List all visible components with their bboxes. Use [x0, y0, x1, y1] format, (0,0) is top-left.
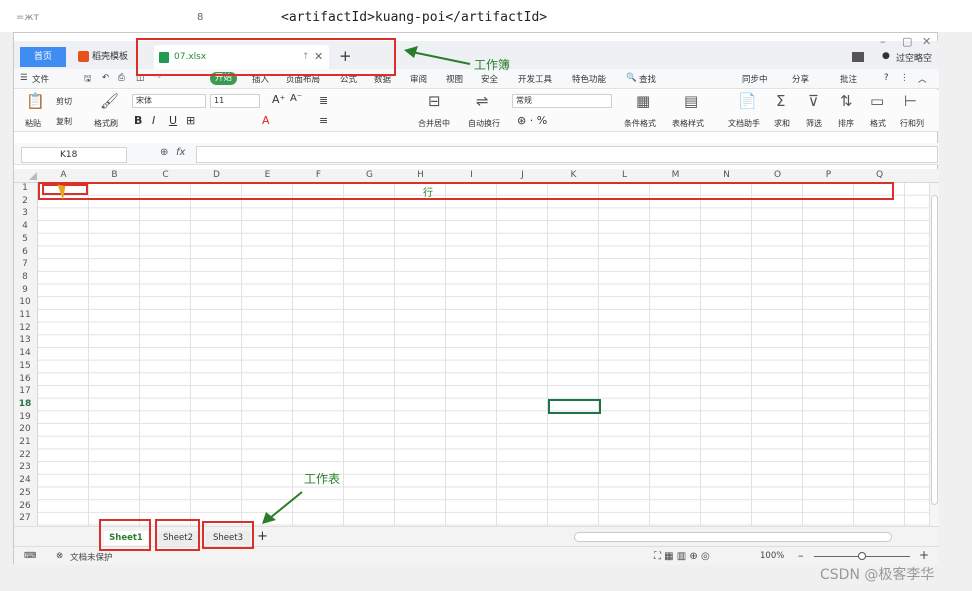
screenshot: =жт 8 <artifactId>kuang-poi</artifactId>…: [0, 0, 972, 591]
watermark: CSDN @极客李华: [820, 567, 935, 583]
arrow-worksheet: [269, 491, 303, 519]
arrowhead-workbook: [404, 46, 418, 58]
arrow-workbook: [411, 51, 471, 65]
annotation-arrows: [262, 46, 471, 524]
